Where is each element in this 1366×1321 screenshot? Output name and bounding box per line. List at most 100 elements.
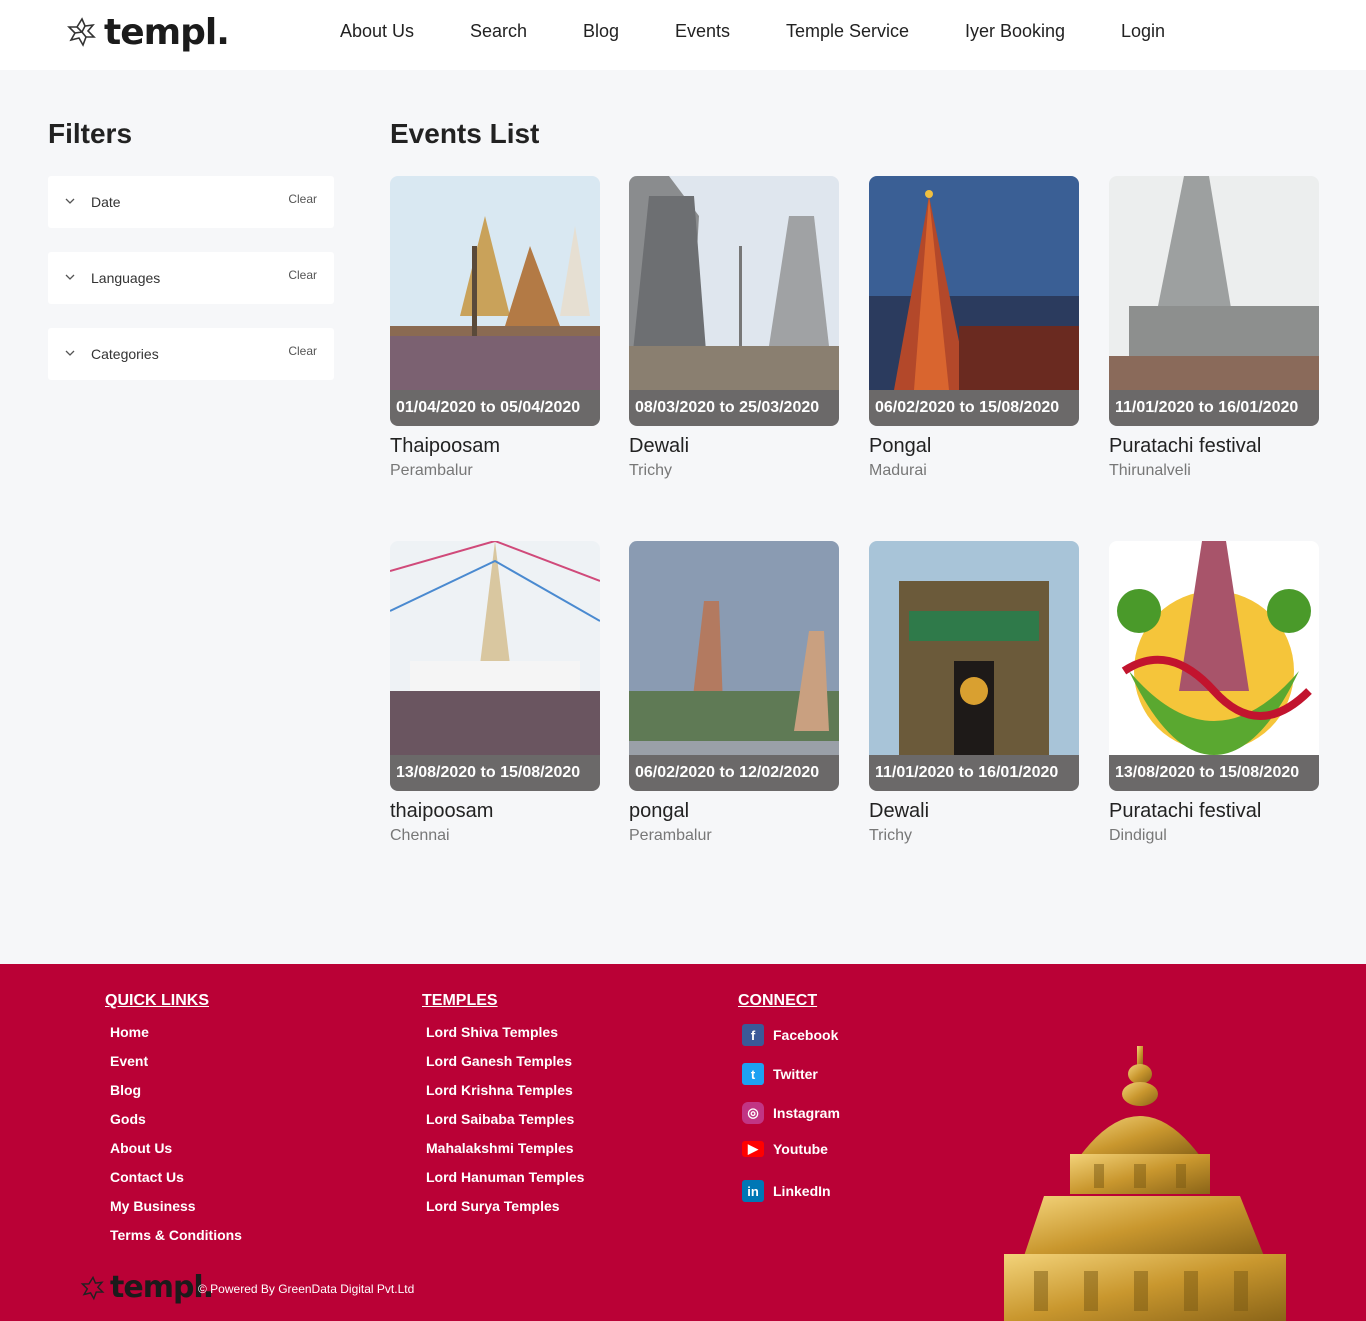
event-card[interactable]: 13/08/2020 to 15/08/2020 Puratachi festi… <box>1109 541 1319 845</box>
event-card[interactable]: 11/01/2020 to 16/01/2020 Dewali Trichy <box>869 541 1079 845</box>
clear-button[interactable]: Clear <box>288 192 317 206</box>
footer-link-hanuman[interactable]: Lord Hanuman Temples <box>426 1169 584 1185</box>
event-image[interactable]: 06/02/2020 to 12/02/2020 <box>629 541 839 791</box>
event-date: 13/08/2020 to 15/08/2020 <box>390 755 600 791</box>
event-name[interactable]: Thaipoosam <box>390 435 600 458</box>
event-card[interactable]: 06/02/2020 to 12/02/2020 pongal Perambal… <box>629 541 839 845</box>
footer-link-about-us[interactable]: About Us <box>110 1140 172 1156</box>
event-image[interactable]: 13/08/2020 to 15/08/2020 <box>390 541 600 791</box>
footer-link-gods[interactable]: Gods <box>110 1111 146 1127</box>
social-youtube[interactable]: ▶ Youtube <box>742 1141 828 1157</box>
event-name[interactable]: Pongal <box>869 435 1079 458</box>
footer-link-mahalakshmi[interactable]: Mahalakshmi Temples <box>426 1140 574 1156</box>
footer-link-contact-us[interactable]: Contact Us <box>110 1169 184 1185</box>
footer-link-my-business[interactable]: My Business <box>110 1198 196 1214</box>
event-card[interactable]: 01/04/2020 to 05/04/2020 Thaipoosam Pera… <box>390 176 600 480</box>
temple-photo <box>1109 176 1319 390</box>
filter-label: Languages <box>91 270 161 286</box>
clear-button[interactable]: Clear <box>288 268 317 282</box>
clear-button[interactable]: Clear <box>288 344 317 358</box>
nav-events[interactable]: Events <box>675 21 730 42</box>
event-name[interactable]: pongal <box>629 800 839 823</box>
event-location: Perambalur <box>629 827 712 844</box>
nav-search[interactable]: Search <box>470 21 527 42</box>
footer-logo[interactable]: templ. <box>80 1270 214 1305</box>
events-title: Events List <box>390 118 540 149</box>
event-image[interactable]: 11/01/2020 to 16/01/2020 <box>1109 176 1319 426</box>
event-date: 13/08/2020 to 15/08/2020 <box>1109 755 1319 791</box>
instagram-icon: ◎ <box>742 1102 764 1124</box>
social-label: LinkedIn <box>773 1183 831 1199</box>
event-image[interactable]: 08/03/2020 to 25/03/2020 <box>629 176 839 426</box>
powered-by-text: © Powered By GreenData Digital Pvt.Ltd <box>198 1282 415 1296</box>
chevron-down-icon <box>65 350 75 356</box>
event-location: Trichy <box>629 462 672 479</box>
nav-temple-service[interactable]: Temple Service <box>786 21 909 42</box>
event-name[interactable]: Dewali <box>869 800 1079 823</box>
filter-categories[interactable]: Categories Clear <box>48 328 334 380</box>
social-twitter[interactable]: t Twitter <box>742 1063 818 1085</box>
event-date: 06/02/2020 to 12/02/2020 <box>629 755 839 791</box>
footer-link-blog[interactable]: Blog <box>110 1082 141 1098</box>
golden-temple-image <box>1004 1046 1286 1321</box>
event-image[interactable]: 13/08/2020 to 15/08/2020 <box>1109 541 1319 791</box>
event-date: 01/04/2020 to 05/04/2020 <box>390 390 600 426</box>
event-image[interactable]: 11/01/2020 to 16/01/2020 <box>869 541 1079 791</box>
facebook-icon: f <box>742 1024 764 1046</box>
event-name[interactable]: Puratachi festival <box>1109 800 1319 823</box>
event-card[interactable]: 13/08/2020 to 15/08/2020 thaipoosam Chen… <box>390 541 600 845</box>
linkedin-icon: in <box>742 1180 764 1202</box>
quick-links-title: QUICK LINKS <box>105 992 209 1009</box>
event-location: Perambalur <box>390 462 473 479</box>
site-footer: QUICK LINKS Home Event Blog Gods About U… <box>0 964 1366 1321</box>
event-date: 06/02/2020 to 15/08/2020 <box>869 390 1079 426</box>
chevron-down-icon <box>65 198 75 204</box>
filters-title: Filters <box>48 118 133 149</box>
event-location: Dindigul <box>1109 827 1167 844</box>
nav-about-us[interactable]: About Us <box>340 21 414 42</box>
temples-title: TEMPLES <box>422 992 498 1009</box>
event-location: Trichy <box>869 827 912 844</box>
footer-link-ganesh[interactable]: Lord Ganesh Temples <box>426 1053 572 1069</box>
youtube-icon: ▶ <box>742 1141 764 1157</box>
social-linkedin[interactable]: in LinkedIn <box>742 1180 831 1202</box>
temple-photo <box>869 541 1079 755</box>
event-location: Madurai <box>869 462 927 479</box>
nav-login[interactable]: Login <box>1121 21 1165 42</box>
footer-link-shiva[interactable]: Lord Shiva Temples <box>426 1024 558 1040</box>
temple-photo <box>390 541 600 755</box>
footer-link-home[interactable]: Home <box>110 1024 149 1040</box>
filter-languages[interactable]: Languages Clear <box>48 252 334 304</box>
event-image[interactable]: 06/02/2020 to 15/08/2020 <box>869 176 1079 426</box>
social-facebook[interactable]: f Facebook <box>742 1024 838 1046</box>
event-name[interactable]: Dewali <box>629 435 839 458</box>
social-instagram[interactable]: ◎ Instagram <box>742 1102 840 1124</box>
footer-link-event[interactable]: Event <box>110 1053 148 1069</box>
event-image[interactable]: 01/04/2020 to 05/04/2020 <box>390 176 600 426</box>
event-card[interactable]: 08/03/2020 to 25/03/2020 Dewali Trichy <box>629 176 839 480</box>
social-label: Youtube <box>773 1141 828 1157</box>
footer-link-surya[interactable]: Lord Surya Temples <box>426 1198 560 1214</box>
main-nav: About Us Search Blog Events Temple Servi… <box>0 21 1366 45</box>
event-card[interactable]: 06/02/2020 to 15/08/2020 Pongal Madurai <box>869 176 1079 480</box>
event-name[interactable]: Puratachi festival <box>1109 435 1319 458</box>
event-card[interactable]: 11/01/2020 to 16/01/2020 Puratachi festi… <box>1109 176 1319 480</box>
event-date: 11/01/2020 to 16/01/2020 <box>869 755 1079 791</box>
footer-link-terms[interactable]: Terms & Conditions <box>110 1227 242 1243</box>
temple-illustration <box>1109 541 1319 755</box>
twitter-icon: t <box>742 1063 764 1085</box>
temple-photo <box>869 176 1079 390</box>
social-label: Twitter <box>773 1066 818 1082</box>
nav-blog[interactable]: Blog <box>583 21 619 42</box>
filter-label: Date <box>91 194 121 210</box>
event-date: 11/01/2020 to 16/01/2020 <box>1109 390 1319 426</box>
event-location: Thirunalveli <box>1109 462 1191 479</box>
temple-photo <box>629 541 839 755</box>
footer-link-krishna[interactable]: Lord Krishna Temples <box>426 1082 573 1098</box>
top-header: templ. About Us Search Blog Events Templ… <box>0 0 1366 70</box>
nav-iyer-booking[interactable]: Iyer Booking <box>965 21 1065 42</box>
event-location: Chennai <box>390 827 450 844</box>
filter-date[interactable]: Date Clear <box>48 176 334 228</box>
event-name[interactable]: thaipoosam <box>390 800 600 823</box>
footer-link-saibaba[interactable]: Lord Saibaba Temples <box>426 1111 574 1127</box>
